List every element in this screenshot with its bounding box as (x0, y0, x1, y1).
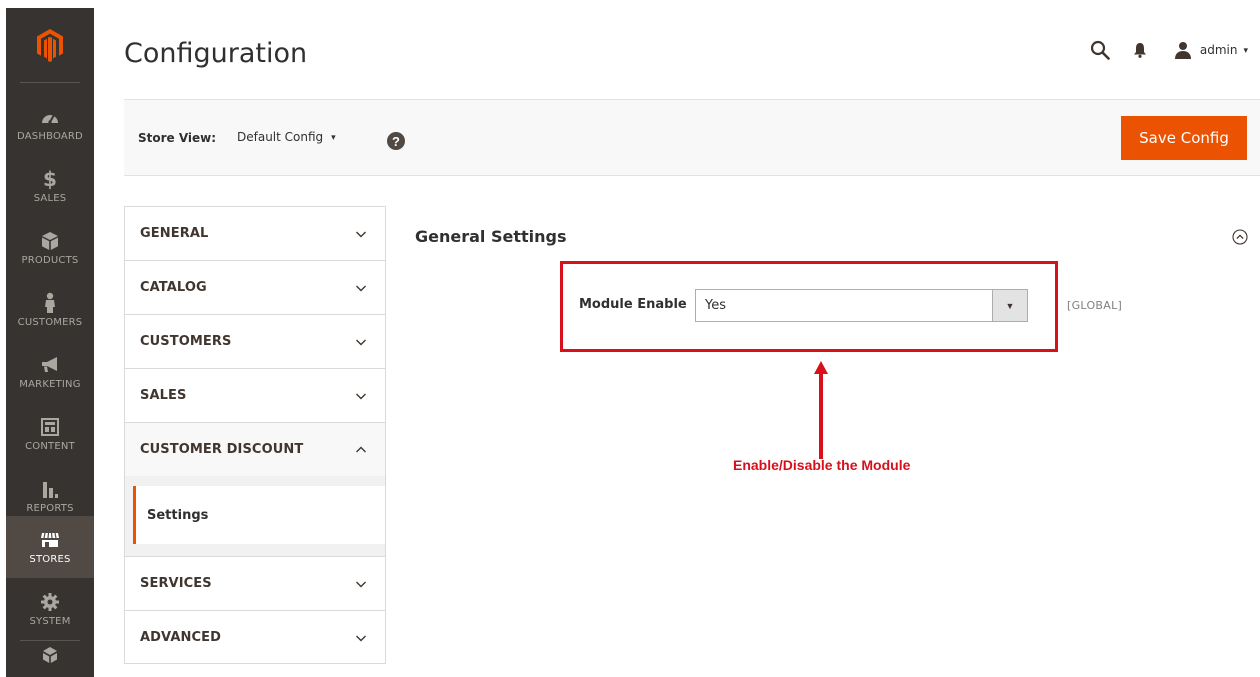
magento-logo[interactable] (6, 8, 94, 82)
tab-catalog[interactable]: CATALOG (124, 260, 386, 314)
scope-label: [GLOBAL] (1067, 299, 1123, 312)
person-icon (39, 292, 61, 314)
tab-label: CATALOG (140, 280, 207, 295)
megaphone-icon (39, 354, 61, 376)
annotation-text: Enable/Disable the Module (733, 457, 911, 473)
sidebar-divider (20, 640, 80, 641)
sidebar-item-label: REPORTS (26, 503, 74, 514)
header-actions: admin ▾ (1080, 36, 1248, 64)
section-title[interactable]: General Settings (415, 227, 567, 246)
sidebar-item-extensions[interactable] (6, 644, 94, 677)
sidebar-item-label: PRODUCTS (21, 255, 79, 266)
tab-general[interactable]: GENERAL (124, 206, 386, 260)
sidebar-item-label: CONTENT (25, 441, 75, 452)
subtab-label: Settings (147, 507, 209, 523)
collapse-circle-icon[interactable] (1232, 229, 1248, 245)
tab-label: CUSTOMER DISCOUNT (140, 442, 304, 457)
chevron-down-icon (356, 393, 366, 400)
sidebar-item-customers[interactable]: CUSTOMERS (6, 279, 94, 341)
admin-username: admin (1199, 43, 1238, 57)
notifications-bell-icon[interactable] (1120, 36, 1160, 64)
user-icon (1174, 42, 1191, 59)
sidebar-item-content[interactable]: CONTENT (6, 403, 94, 465)
sidebar-item-label: SALES (33, 193, 67, 204)
tab-label: SALES (140, 388, 187, 403)
chevron-up-icon (356, 446, 366, 453)
chevron-down-icon (356, 285, 366, 292)
search-icon[interactable] (1080, 36, 1120, 64)
gear-icon (39, 591, 61, 613)
layout-icon (39, 416, 61, 438)
chevron-down-icon (356, 339, 366, 346)
blocks-icon (39, 644, 61, 666)
admin-user-menu[interactable]: admin ▾ (1174, 41, 1248, 59)
chevron-down-icon: ▾ (331, 131, 336, 142)
tab-label: CUSTOMERS (140, 334, 232, 349)
config-tabs: GENERAL CATALOG CUSTOMERS SALES CUSTOMER… (124, 206, 386, 664)
store-view-bar: Store View: Default Config ▾ ? Save Conf… (124, 99, 1260, 176)
admin-sidebar: DASHBOARD $ SALES PRODUCTS CUSTOMERS MAR… (6, 8, 94, 677)
sidebar-item-marketing[interactable]: MARKETING (6, 341, 94, 403)
sidebar-item-stores[interactable]: STORES (6, 516, 94, 578)
page-title: Configuration (124, 38, 308, 69)
chevron-down-icon (356, 581, 366, 588)
dashboard-icon (39, 106, 61, 128)
chevron-down-icon: ▾ (1243, 44, 1248, 55)
sidebar-item-label: SYSTEM (29, 616, 71, 627)
sidebar-item-system[interactable]: SYSTEM (6, 578, 94, 640)
tab-services[interactable]: SERVICES (124, 556, 386, 610)
save-config-button[interactable]: Save Config (1121, 116, 1247, 160)
tab-label: GENERAL (140, 226, 209, 241)
sidebar-item-label: CUSTOMERS (17, 317, 83, 328)
bar-chart-icon (39, 478, 61, 500)
sidebar-divider (20, 82, 80, 83)
dollar-icon: $ (39, 168, 61, 190)
chevron-down-icon (356, 635, 366, 642)
sidebar-item-label: DASHBOARD (17, 131, 83, 142)
tab-customers[interactable]: CUSTOMERS (124, 314, 386, 368)
sidebar-item-label: STORES (29, 554, 71, 565)
box-icon (39, 230, 61, 252)
tab-advanced[interactable]: ADVANCED (124, 610, 386, 664)
tab-label: ADVANCED (140, 629, 221, 645)
help-icon[interactable]: ? (387, 132, 405, 150)
customer-discount-subtabs: Settings (124, 476, 386, 556)
sidebar-item-sales[interactable]: $ SALES (6, 155, 94, 217)
sidebar-item-label: MARKETING (19, 379, 81, 390)
annotation-arrow-icon (814, 361, 828, 459)
store-view-switcher[interactable]: Default Config ▾ (237, 130, 336, 144)
magento-logo-icon (37, 29, 63, 62)
chevron-down-icon (356, 231, 366, 238)
store-view-label: Store View: (138, 131, 217, 145)
storefront-icon (39, 529, 61, 551)
sidebar-item-products[interactable]: PRODUCTS (6, 217, 94, 279)
tab-sales[interactable]: SALES (124, 368, 386, 422)
subtab-settings[interactable]: Settings (133, 486, 385, 544)
sidebar-item-dashboard[interactable]: DASHBOARD (6, 93, 94, 155)
tab-label: SERVICES (140, 576, 212, 591)
tab-customer-discount[interactable]: CUSTOMER DISCOUNT (124, 422, 386, 476)
store-view-value: Default Config (237, 130, 324, 144)
svg-text:$: $ (43, 168, 57, 190)
annotation-highlight-box (560, 261, 1058, 352)
